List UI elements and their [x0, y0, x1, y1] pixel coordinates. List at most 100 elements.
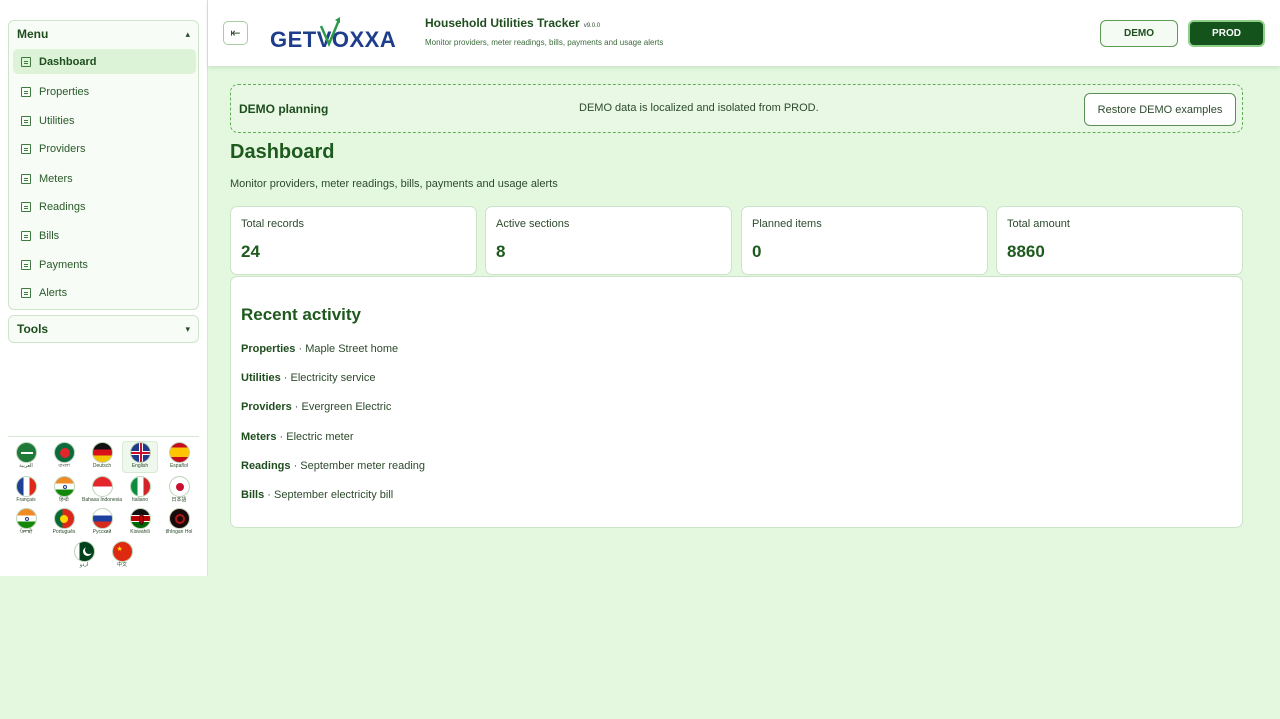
stat-card-total-amount: Total amount 8860: [996, 206, 1243, 275]
language-swahili[interactable]: Kiswahili: [122, 508, 158, 540]
recent-activity-title: Recent activity: [241, 305, 361, 324]
sidebar-item-label: Alerts: [39, 286, 68, 299]
sidebar-item-payments[interactable]: Payments: [13, 252, 196, 277]
language-bangla[interactable]: বাংলা: [46, 442, 82, 474]
document-icon: [21, 230, 31, 241]
prod-env-button[interactable]: PROD: [1188, 20, 1265, 47]
chevron-up-icon: ▴: [185, 28, 190, 39]
flag-indonesia-icon: [91, 476, 113, 497]
language-switcher: العربية বাংলা Deutsch English Español Fr…: [8, 436, 199, 576]
restore-demo-button[interactable]: Restore DEMO examples: [1084, 93, 1236, 126]
tools-panel-header[interactable]: Tools ▾: [9, 316, 198, 342]
language-urdu[interactable]: اردو: [66, 541, 102, 573]
language-indonesian[interactable]: Bahasa Indonesia: [82, 476, 122, 508]
stat-card-active-sections: Active sections 8: [485, 206, 732, 275]
demo-env-button[interactable]: DEMO: [1100, 20, 1178, 47]
document-icon: [21, 86, 31, 97]
language-italian[interactable]: Italiano: [122, 476, 158, 508]
flag-india-icon: [15, 508, 37, 529]
app-title-line: Household Utilities Tracker v9.0.0: [425, 16, 600, 30]
activity-item: Bills · September electricity bill: [241, 489, 394, 501]
flag-india-icon: [53, 476, 75, 497]
sidebar-item-alerts[interactable]: Alerts: [13, 280, 196, 305]
getvoxxa-logo: GETVOXXA: [270, 17, 396, 52]
sidebar-item-label: Payments: [39, 258, 88, 271]
sidebar-item-label: Meters: [39, 172, 73, 185]
flag-bangladesh-icon: [53, 442, 75, 463]
top-header: ⇤ GETVOXXA Household Utilities Tracker v9…: [208, 0, 1280, 66]
stat-label: Active sections: [496, 218, 570, 230]
menu-panel-header[interactable]: Menu ▴: [9, 21, 198, 47]
flag-uk-icon: [129, 442, 151, 463]
collapse-sidebar-button[interactable]: ⇤: [223, 21, 248, 45]
flag-japan-icon: [168, 476, 190, 497]
sidebar-item-readings[interactable]: Readings: [13, 194, 196, 219]
document-icon: [21, 201, 31, 212]
flag-germany-icon: [91, 442, 113, 463]
language-german[interactable]: Deutsch: [84, 442, 120, 474]
sidebar-item-bills[interactable]: Bills: [13, 223, 196, 248]
activity-section: Meters: [241, 431, 277, 443]
sidebar-item-properties[interactable]: Properties: [13, 79, 196, 104]
activity-detail: Electric meter: [286, 431, 354, 443]
stat-value: 24: [241, 242, 260, 261]
language-punjabi[interactable]: ਪੰਜਾਬੀ: [8, 508, 44, 540]
recent-activity-card: Recent activity Properties · Maple Stree…: [230, 276, 1243, 528]
activity-section: Utilities: [241, 372, 281, 384]
flag-portugal-icon: [53, 508, 75, 529]
app-subtitle: Monitor providers, meter readings, bills…: [425, 38, 664, 47]
activity-item: Readings · September meter reading: [241, 460, 426, 472]
page-title: Dashboard: [230, 141, 335, 163]
sidebar-item-providers[interactable]: Providers: [13, 136, 196, 161]
language-chinese[interactable]: ★ 中文: [104, 541, 140, 573]
document-icon: [21, 287, 31, 298]
sidebar-item-label: Utilities: [39, 114, 75, 127]
page-subtitle: Monitor providers, meter readings, bills…: [230, 178, 558, 190]
flag-france-icon: [15, 476, 37, 497]
sidebar-item-label: Bills: [39, 229, 60, 242]
language-klingon[interactable]: tlhIngan Hol: [161, 508, 197, 540]
demo-banner: DEMO planning DEMO data is localized and…: [230, 84, 1243, 133]
flag-pakistan-icon: [73, 541, 95, 562]
stat-label: Total amount: [1007, 218, 1070, 230]
sidebar-item-utilities[interactable]: Utilities: [13, 108, 196, 133]
flag-china-icon: ★: [111, 541, 133, 562]
banner-text: DEMO data is localized and isolated from…: [579, 102, 819, 114]
sidebar-item-label: Readings: [39, 200, 86, 213]
flag-italy-icon: [129, 476, 151, 497]
activity-detail: Electricity service: [290, 372, 376, 384]
sidebar-item-dashboard[interactable]: Dashboard: [13, 49, 196, 74]
stat-value: 0: [752, 242, 762, 261]
language-spanish[interactable]: Español: [161, 442, 197, 474]
language-french[interactable]: Français: [8, 476, 44, 508]
language-russian[interactable]: Русский: [84, 508, 120, 540]
activity-item: Providers · Evergreen Electric: [241, 401, 392, 413]
activity-item: Meters · Electric meter: [241, 431, 354, 443]
stat-card-planned-items: Planned items 0: [741, 206, 988, 275]
language-portuguese[interactable]: Português: [46, 508, 82, 540]
activity-section: Providers: [241, 401, 292, 413]
language-arabic[interactable]: العربية: [8, 442, 44, 474]
app-title: Household Utilities Tracker: [425, 16, 580, 30]
menu-title: Menu: [17, 27, 49, 41]
chevron-down-icon: ▾: [185, 323, 190, 334]
tools-panel[interactable]: Tools ▾: [8, 315, 199, 343]
sidebar-item-meters[interactable]: Meters: [13, 166, 196, 191]
stat-value: 8: [496, 242, 506, 261]
stat-card-total-records: Total records 24: [230, 206, 477, 275]
activity-section: Properties: [241, 343, 296, 355]
flag-spain-icon: [168, 442, 190, 463]
language-hindi[interactable]: हिन्दी: [46, 476, 82, 508]
language-english[interactable]: English: [122, 441, 158, 473]
sidebar-item-label: Dashboard: [39, 55, 97, 68]
activity-section: Readings: [241, 460, 291, 472]
sidebar: Menu ▴ Dashboard Properties Utilities Pr…: [0, 0, 208, 576]
flag-kenya-icon: [129, 508, 151, 529]
activity-item: Utilities · Electricity service: [241, 372, 376, 384]
collapse-menu-icon: ⇤: [230, 26, 241, 40]
activity-detail: September meter reading: [300, 460, 426, 472]
document-icon: [21, 173, 31, 184]
banner-title: DEMO planning: [239, 102, 329, 116]
flag-russia-icon: [91, 508, 113, 529]
language-japanese[interactable]: 日本語: [161, 476, 197, 508]
